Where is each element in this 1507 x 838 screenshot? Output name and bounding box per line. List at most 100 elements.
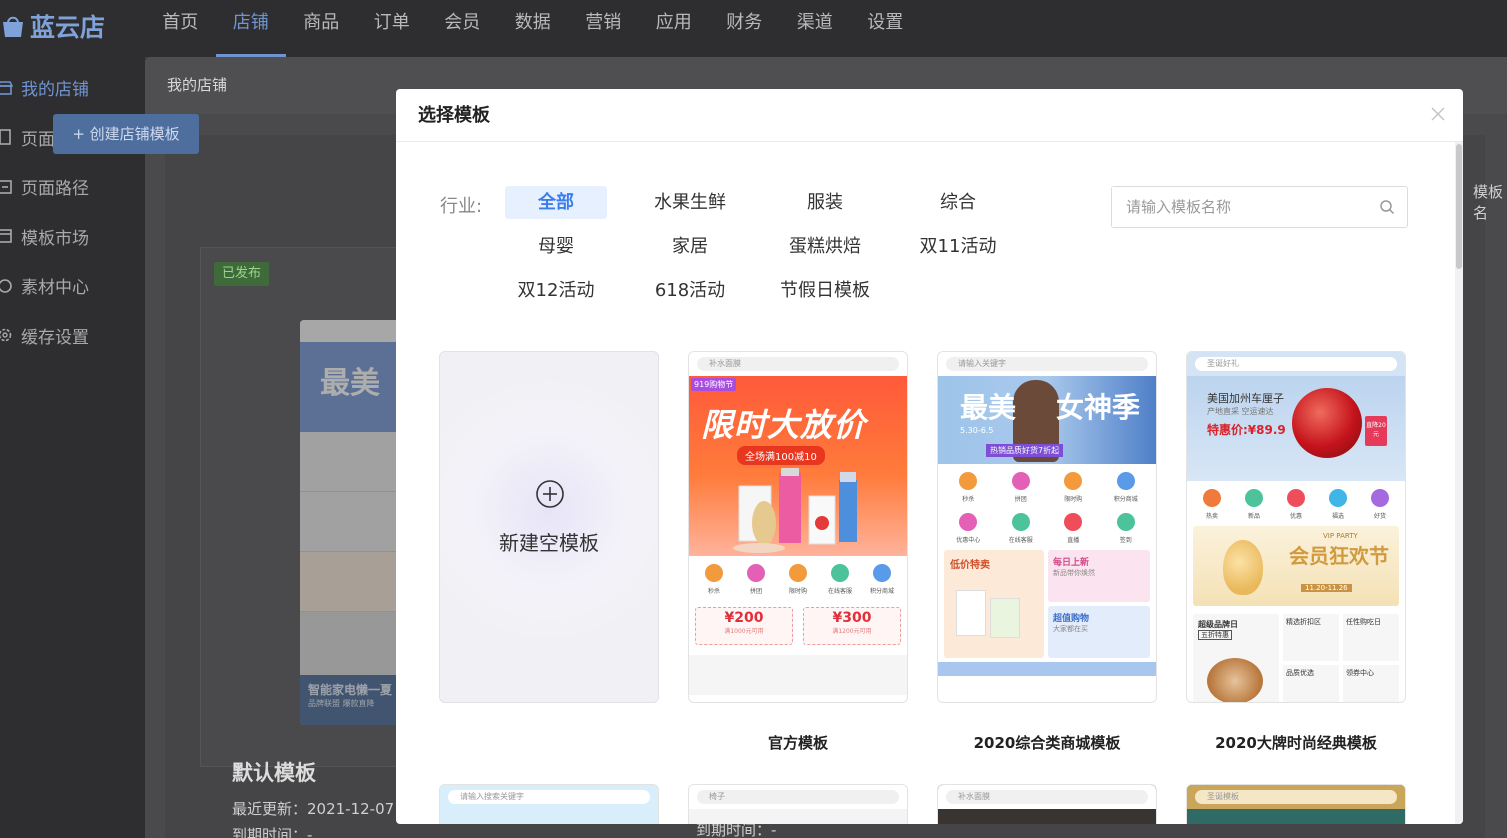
thumb-search-bar: 圣诞模板 — [1187, 785, 1405, 809]
sidebar-item-template-market[interactable]: 模板市场 — [0, 212, 145, 262]
template-card-row2[interactable]: 补水面膜 — [937, 784, 1157, 824]
thumb-icon-item: 积分商城 — [1109, 472, 1143, 503]
category-holiday[interactable]: 节假日模板 — [774, 274, 876, 307]
thumb-coupons: ¥200 满1000元可用 ¥300 满1200元可用 — [689, 597, 907, 655]
thumb-icons-row: 热卖 新品 优惠 福选 好货 — [1187, 481, 1405, 522]
thumb-icon-item: 限时购 — [1056, 472, 1090, 503]
path-icon — [0, 178, 14, 196]
coupon: ¥300 满1200元可用 — [803, 607, 901, 645]
modal-body: 行业: 全部 水果生鲜 服装 综合 母婴 家居 蛋糕烘焙 双11活动 双12活动… — [396, 142, 1455, 824]
thumb-value-shopping: 超值购物 大家都在买 — [1048, 606, 1150, 658]
template-card-2020-fashion[interactable]: 圣诞好礼 美国加州车厘子 产地直采 空运速达 特惠价:¥89.9 直降20元 热… — [1186, 351, 1406, 703]
thumb-banner: 最美 女神季 5.30-6.5 热销品质好货7折起 — [938, 376, 1156, 464]
pear-illustration — [1223, 540, 1263, 595]
thumb-search-bar: 圣诞好礼 — [1187, 352, 1405, 376]
sidebar-item-my-shop[interactable]: 我的店铺 — [0, 63, 145, 113]
category-mother-baby[interactable]: 母婴 — [505, 230, 607, 263]
new-blank-template-card[interactable]: 新建空模板 — [439, 351, 659, 703]
top-nav: 首页 店铺 商品 订单 会员 数据 营销 应用 财务 渠道 设置 — [145, 0, 921, 57]
plus-circle-icon — [536, 480, 564, 508]
thumb-icons-row: 优惠中心 在线客服 直播 签到 — [938, 505, 1156, 546]
thumb-icon-item: 在线客服 — [1004, 513, 1038, 544]
nav-finance[interactable]: 财务 — [709, 0, 780, 57]
thumb-subline: 全场满100减10 — [737, 446, 825, 465]
category-double12[interactable]: 双12活动 — [505, 274, 607, 307]
thumb-party-sub: VIP PARTY — [1323, 532, 1358, 540]
thumb-banner-sub: 产地直采 空运速达 — [1207, 407, 1274, 416]
nav-home[interactable]: 首页 — [145, 0, 216, 57]
category-all[interactable]: 全部 — [505, 186, 607, 219]
thumb-price-tag: 直降20元 — [1365, 416, 1387, 446]
sidebar: 我的店铺 页面管理 页面路径 模板市场 素材中心 缓存设置 — [0, 57, 145, 838]
thumb-icon-item: 限时购 — [781, 564, 815, 595]
nav-data[interactable]: 数据 — [498, 0, 569, 57]
template-search-input[interactable] — [1112, 187, 1352, 227]
thumb-search-text: 椅子 — [697, 790, 899, 804]
scrollbar-thumb[interactable] — [1456, 144, 1462, 269]
thumb-party-title: 会员狂欢节 — [1289, 544, 1389, 568]
nav-channels[interactable]: 渠道 — [780, 0, 851, 57]
app-logo[interactable]: 蓝云店 — [0, 6, 105, 46]
nav-orders[interactable]: 订单 — [357, 0, 428, 57]
template-card-official[interactable]: 补水面膜 919购物节 限时大放价 全场满100减10 秒杀 拼团 限时购 在线… — [688, 351, 908, 703]
thumb-search-bar: 请输入关键字 — [938, 352, 1156, 376]
category-clothing[interactable]: 服装 — [774, 186, 876, 219]
thumb-pill: 热销品质好货7折起 — [986, 444, 1064, 457]
preview-bottom-sub: 品牌联盟 爆款直降 — [308, 699, 375, 708]
select-template-modal: 选择模板 行业: 全部 水果生鲜 服装 综合 母婴 家居 蛋糕烘焙 双11活动 … — [396, 89, 1463, 824]
modal-title: 选择模板 — [418, 105, 490, 126]
shop-preview-thumbnail[interactable]: 最美 智能家电懒一夏 品牌联盟 爆款直降 — [300, 320, 400, 725]
template-card-2020-general[interactable]: 请输入关键字 最美 女神季 5.30-6.5 热销品质好货7折起 秒杀 拼团 限… — [937, 351, 1157, 703]
thumb-icon-item: 积分商城 — [865, 564, 899, 595]
page-icon — [0, 128, 14, 146]
logo-bag-icon — [3, 16, 23, 37]
category-618[interactable]: 618活动 — [639, 274, 741, 307]
thumb-sale-grid: 低价特卖 每日上新 新品带你焕然 超值购物 大家都在买 — [938, 546, 1156, 662]
thumb-headline: 限时大放价 — [701, 406, 867, 444]
modal-scrollbar[interactable] — [1455, 142, 1463, 824]
thumb-sale-right: 每日上新 新品带你焕然 超值购物 大家都在买 — [1048, 550, 1150, 658]
template-card-row2[interactable]: 圣诞模板 — [1186, 784, 1406, 824]
create-shop-template-button[interactable]: + 创建店铺模板 — [53, 114, 199, 154]
category-double11[interactable]: 双11活动 — [907, 230, 1009, 263]
thumb-icon-item: 优惠中心 — [951, 513, 985, 544]
nav-shop[interactable]: 店铺 — [215, 0, 287, 57]
thumb-icon-item: 秒杀 — [951, 472, 985, 503]
thumb-banner: 919购物节 限时大放价 全场满100减10 — [689, 376, 907, 556]
expire-text: 到期时间：- — [232, 826, 313, 838]
template-card-row2[interactable]: 椅子 — [688, 784, 908, 824]
sidebar-item-page-path[interactable]: 页面路径 — [0, 162, 145, 212]
thumb-search-bar: 补水面膜 — [938, 785, 1156, 809]
nav-settings[interactable]: 设置 — [850, 0, 921, 57]
thumb-search-text: 圣诞好礼 — [1195, 357, 1397, 371]
cherry-illustration — [1292, 388, 1362, 458]
template-name-2020-general: 2020综合类商城模板 — [973, 734, 1121, 752]
category-home[interactable]: 家居 — [639, 230, 741, 263]
template-icon — [0, 227, 14, 245]
thumb-icon-item: 优惠 — [1279, 489, 1313, 520]
thumb-icon-item: 拼团 — [1004, 472, 1038, 503]
search-icon[interactable] — [1379, 199, 1395, 215]
sidebar-item-label: 我的店铺 — [21, 80, 89, 101]
category-cake-baking[interactable]: 蛋糕烘焙 — [774, 230, 876, 263]
sidebar-item-material-center[interactable]: 素材中心 — [0, 261, 145, 311]
category-general[interactable]: 综合 — [907, 186, 1009, 219]
close-icon[interactable] — [1429, 105, 1447, 123]
thumb-party-date: 11.20-11.26 — [1301, 584, 1352, 592]
thumb-icon-item: 秒杀 — [697, 564, 731, 595]
nav-goods[interactable]: 商品 — [286, 0, 357, 57]
nav-marketing[interactable]: 营销 — [568, 0, 639, 57]
thumb-party-banner: VIP PARTY 会员狂欢节 11.20-11.26 — [1193, 526, 1399, 606]
category-fruit-fresh[interactable]: 水果生鲜 — [639, 186, 741, 219]
sidebar-item-label: 模板市场 — [21, 228, 89, 249]
sidebar-item-label: 缓存设置 — [21, 327, 89, 348]
sidebar-item-label: 页面路径 — [21, 179, 89, 200]
template-card-row2[interactable]: 请输入搜索关键字 — [439, 784, 659, 824]
shop-icon — [0, 79, 14, 97]
thumb-icons-row: 秒杀 拼团 限时购 积分商城 — [938, 464, 1156, 505]
nav-members[interactable]: 会员 — [427, 0, 498, 57]
nav-apps[interactable]: 应用 — [639, 0, 710, 57]
thumb-icon-item: 拼团 — [739, 564, 773, 595]
sidebar-item-cache-settings[interactable]: 缓存设置 — [0, 311, 145, 361]
thumb-icon-item: 在线客服 — [823, 564, 857, 595]
